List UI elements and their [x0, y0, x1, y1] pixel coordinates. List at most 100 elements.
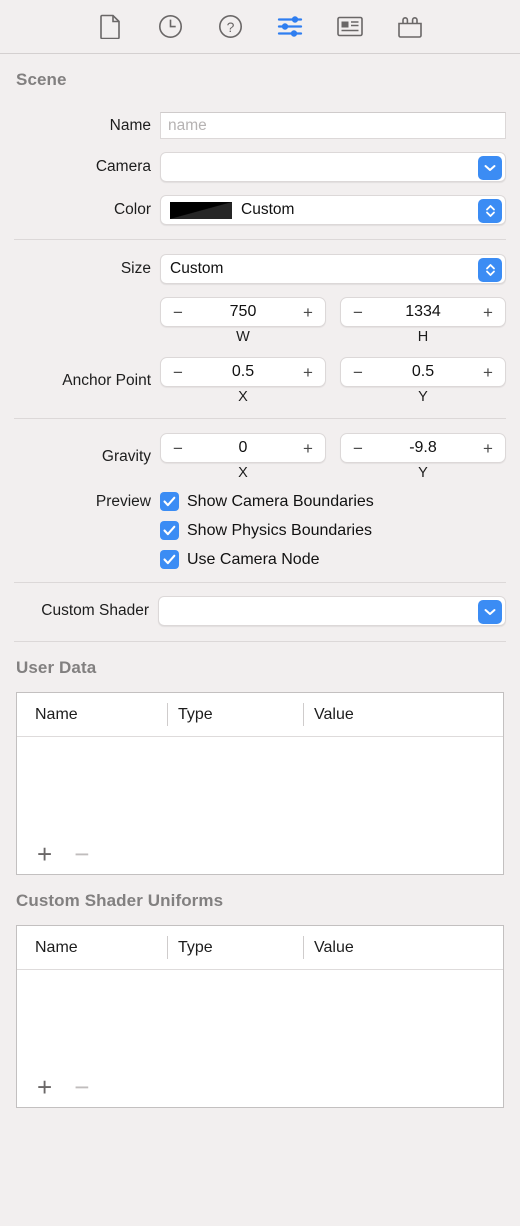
checkbox-show-camera-boundaries[interactable]: Show Camera Boundaries — [160, 492, 374, 511]
decrement-button[interactable]: − — [172, 440, 184, 457]
width-value[interactable]: 750 — [184, 303, 302, 321]
svg-text:?: ? — [226, 19, 234, 35]
anchor-y-axis-label: Y — [418, 389, 428, 405]
add-row-button[interactable]: + — [37, 841, 52, 867]
size-value: Custom — [170, 260, 224, 277]
gravity-y-axis-label: Y — [418, 465, 428, 481]
user-data-table: Name Type Value + − — [16, 692, 504, 875]
preview-row-2: Show Physics Boundaries — [0, 521, 520, 540]
checkbox-label: Use Camera Node — [187, 550, 320, 568]
column-header-type[interactable]: Type — [167, 939, 303, 957]
increment-button[interactable]: + — [482, 304, 494, 321]
custom-shader-label: Custom Shader — [41, 602, 149, 619]
column-header-name[interactable]: Name — [17, 939, 167, 957]
decrement-button[interactable]: − — [352, 440, 364, 457]
gravity-row: Gravity − 0 + X − -9.8 + Y — [0, 433, 520, 481]
checkbox-label: Show Physics Boundaries — [187, 521, 372, 539]
color-dropdown[interactable]: Custom — [160, 195, 506, 225]
anchor-point-row: Anchor Point − 0.5 + X − 0.5 + Y — [0, 357, 520, 405]
increment-button[interactable]: + — [302, 364, 314, 381]
color-label: Color — [113, 201, 151, 218]
anchor-y-value[interactable]: 0.5 — [364, 363, 482, 381]
anchor-y-stepper: − 0.5 + Y — [340, 357, 506, 405]
name-placeholder: name — [168, 116, 207, 134]
chevron-down-icon — [478, 156, 502, 180]
table-body-empty[interactable] — [17, 737, 503, 834]
table-footer: + − — [17, 1067, 503, 1107]
checkmark-icon — [160, 492, 179, 511]
gravity-y-value[interactable]: -9.8 — [364, 439, 482, 457]
anchor-x-value[interactable]: 0.5 — [184, 363, 302, 381]
add-row-button[interactable]: + — [37, 1074, 52, 1100]
decrement-button[interactable]: − — [352, 364, 364, 381]
column-divider[interactable] — [303, 936, 304, 959]
attributes-inspector-icon[interactable] — [273, 10, 307, 44]
object-library-icon[interactable] — [393, 10, 427, 44]
increment-button[interactable]: + — [482, 364, 494, 381]
name-row: Name name — [0, 112, 520, 139]
size-width-stepper: − 750 + W — [160, 297, 326, 345]
column-divider[interactable] — [167, 936, 168, 959]
gravity-y-stepper: − -9.8 + Y — [340, 433, 506, 481]
checkmark-icon — [160, 550, 179, 569]
increment-button[interactable]: + — [302, 440, 314, 457]
media-library-icon[interactable] — [333, 10, 367, 44]
remove-row-button: − — [74, 839, 90, 869]
size-label: Size — [120, 260, 151, 277]
name-input[interactable]: name — [160, 112, 506, 139]
increment-button[interactable]: + — [482, 440, 494, 457]
history-inspector-icon[interactable] — [153, 10, 187, 44]
column-divider[interactable] — [167, 703, 168, 726]
anchor-point-label: Anchor Point — [62, 372, 151, 389]
gravity-x-value[interactable]: 0 — [184, 439, 302, 457]
column-header-name[interactable]: Name — [17, 706, 167, 724]
decrement-button[interactable]: − — [172, 364, 184, 381]
size-row: Size Custom — [0, 254, 520, 284]
height-axis-label: H — [417, 329, 429, 345]
user-data-section-title: User Data — [16, 658, 97, 677]
gravity-x-axis-label: X — [238, 465, 248, 481]
checkbox-label: Show Camera Boundaries — [187, 492, 374, 510]
column-header-type[interactable]: Type — [167, 706, 303, 724]
camera-row: Camera — [0, 152, 520, 182]
file-inspector-icon[interactable] — [93, 10, 127, 44]
color-row: Color Custom — [0, 195, 520, 225]
custom-shader-dropdown[interactable] — [158, 596, 506, 626]
table-body-empty[interactable] — [17, 970, 503, 1067]
decrement-button[interactable]: − — [172, 304, 184, 321]
scene-section-title: Scene — [16, 70, 67, 89]
checkbox-use-camera-node[interactable]: Use Camera Node — [160, 550, 320, 569]
size-dropdown[interactable]: Custom — [160, 254, 506, 284]
custom-shader-uniforms-table: Name Type Value + − — [16, 925, 504, 1108]
remove-row-button: − — [74, 1072, 90, 1102]
checkmark-icon — [160, 521, 179, 540]
camera-dropdown[interactable] — [160, 152, 506, 182]
custom-shader-uniforms-section-title: Custom Shader Uniforms — [16, 891, 224, 910]
checkbox-show-physics-boundaries[interactable]: Show Physics Boundaries — [160, 521, 372, 540]
preview-label: Preview — [95, 492, 151, 510]
column-header-value[interactable]: Value — [303, 939, 503, 957]
column-divider[interactable] — [303, 703, 304, 726]
color-value: Custom — [241, 201, 295, 218]
table-footer: + − — [17, 834, 503, 874]
name-label: Name — [109, 116, 151, 134]
column-header-value[interactable]: Value — [303, 706, 503, 724]
height-value[interactable]: 1334 — [364, 303, 482, 321]
color-swatch — [170, 201, 232, 219]
preview-row-3: Use Camera Node — [0, 550, 520, 569]
quick-help-inspector-icon[interactable]: ? — [213, 10, 247, 44]
size-height-stepper: − 1334 + H — [340, 297, 506, 345]
table-header: Name Type Value — [17, 926, 503, 970]
chevron-down-icon — [478, 600, 502, 624]
increment-button[interactable]: + — [302, 304, 314, 321]
decrement-button[interactable]: − — [352, 304, 364, 321]
size-fields-row: − 750 + W − 1334 + H — [0, 297, 520, 345]
attributes-inspector-panel: ? Scene Name name Camera Color Custom Si… — [0, 0, 520, 1226]
anchor-x-stepper: − 0.5 + X — [160, 357, 326, 405]
chevron-updown-icon — [478, 199, 502, 223]
anchor-x-axis-label: X — [238, 389, 248, 405]
chevron-updown-icon — [478, 258, 502, 282]
width-axis-label: W — [236, 329, 250, 345]
table-header: Name Type Value — [17, 693, 503, 737]
gravity-x-stepper: − 0 + X — [160, 433, 326, 481]
